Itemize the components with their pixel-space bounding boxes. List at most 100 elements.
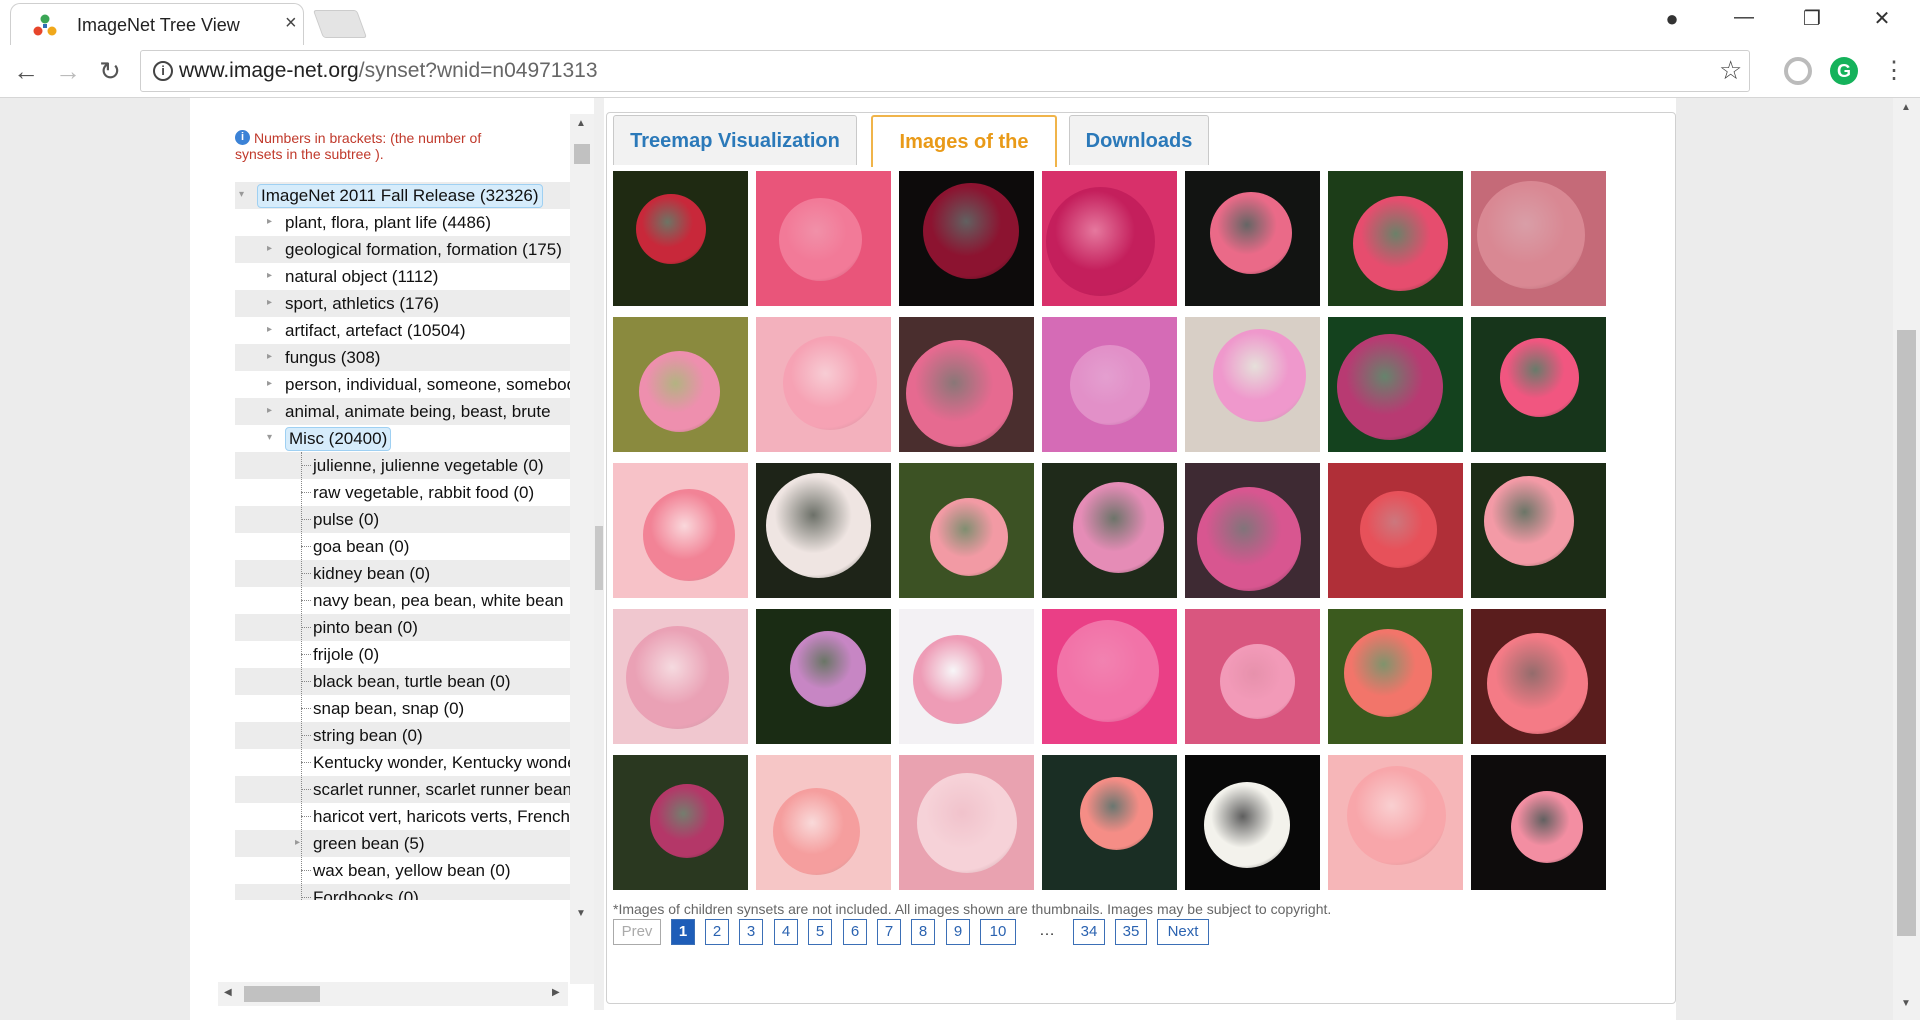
page-button-7[interactable]: 7 xyxy=(877,919,901,945)
restore-button[interactable]: ❐ xyxy=(1792,6,1832,31)
page-button-2[interactable]: 2 xyxy=(705,919,729,945)
page-button-1[interactable]: 1 xyxy=(671,919,695,945)
tree-node[interactable]: haricot vert, haricots verts, French bea… xyxy=(235,803,570,830)
expand-toggle-icon[interactable]: ▸ xyxy=(267,297,279,309)
tree-node[interactable]: raw vegetable, rabbit food (0) xyxy=(235,479,570,506)
rose-thumbnail[interactable] xyxy=(1042,463,1177,598)
rose-thumbnail[interactable] xyxy=(1042,609,1177,744)
rose-thumbnail[interactable] xyxy=(1471,755,1606,890)
page-button-9[interactable]: 9 xyxy=(946,919,970,945)
tree-node[interactable]: ▸ animal, animate being, beast, brute xyxy=(235,398,570,425)
expand-toggle-icon[interactable]: ▸ xyxy=(267,378,279,390)
browser-tab[interactable]: ImageNet Tree View × xyxy=(10,3,304,45)
tree-node[interactable]: ▸ geological formation, formation (175) xyxy=(235,236,570,263)
browser-menu-icon[interactable]: ⋮ xyxy=(1876,53,1912,89)
tree-node[interactable]: string bean (0) xyxy=(235,722,570,749)
tree-node-label[interactable]: sport, athletics (176) xyxy=(285,290,439,317)
rose-thumbnail[interactable] xyxy=(1328,609,1463,744)
tree-node-label[interactable]: green bean (5) xyxy=(313,830,425,857)
tree-node[interactable]: frijole (0) xyxy=(235,641,570,668)
rose-thumbnail[interactable] xyxy=(756,317,891,452)
tree-node-label[interactable]: person, individual, someone, somebody xyxy=(285,371,570,398)
tree-node[interactable]: julienne, julienne vegetable (0) xyxy=(235,452,570,479)
rose-thumbnail[interactable] xyxy=(1328,463,1463,598)
splitter-grip[interactable] xyxy=(595,526,603,590)
tree-node-label[interactable]: navy bean, pea bean, white bean xyxy=(313,587,563,614)
page-button-6[interactable]: 6 xyxy=(843,919,867,945)
rose-thumbnail[interactable] xyxy=(613,463,748,598)
tree-node[interactable]: kidney bean (0) xyxy=(235,560,570,587)
page-scroll-up-arrow-icon[interactable]: ▲ xyxy=(1901,102,1911,113)
rose-thumbnail[interactable] xyxy=(756,463,891,598)
tree-node-label[interactable]: artifact, artefact (10504) xyxy=(285,317,465,344)
tab-downloads[interactable]: Downloads xyxy=(1069,115,1209,165)
page-button-5[interactable]: 5 xyxy=(808,919,832,945)
rose-thumbnail[interactable] xyxy=(1042,171,1177,306)
tree-node[interactable]: Fordhooks (0) xyxy=(235,884,570,900)
panel-splitter[interactable] xyxy=(594,98,604,1010)
tree-node-label[interactable]: kidney bean (0) xyxy=(313,560,430,587)
rose-thumbnail[interactable] xyxy=(613,171,748,306)
rose-thumbnail[interactable] xyxy=(1185,609,1320,744)
tree-node[interactable]: ▾ Misc (20400) xyxy=(235,425,570,452)
new-tab-button[interactable] xyxy=(312,10,368,38)
rose-thumbnail[interactable] xyxy=(1328,317,1463,452)
reload-button[interactable]: ↻ xyxy=(92,53,128,89)
site-info-icon[interactable]: i xyxy=(153,61,173,81)
expand-toggle-icon[interactable]: ▸ xyxy=(267,351,279,363)
tree-node-label[interactable]: wax bean, yellow bean (0) xyxy=(313,857,511,884)
rose-thumbnail[interactable] xyxy=(1471,171,1606,306)
tree-node-label[interactable]: Kentucky wonder, Kentucky wonder bean xyxy=(313,749,570,776)
collapse-toggle-icon[interactable]: ▾ xyxy=(239,189,251,201)
back-button[interactable]: ← xyxy=(8,53,44,89)
tree-node[interactable]: snap bean, snap (0) xyxy=(235,695,570,722)
tree-node-label[interactable]: natural object (1112) xyxy=(285,263,438,290)
scroll-left-arrow-icon[interactable]: ◀ xyxy=(224,987,232,998)
expand-toggle-icon[interactable]: ▸ xyxy=(267,243,279,255)
rose-thumbnail[interactable] xyxy=(756,755,891,890)
rose-thumbnail[interactable] xyxy=(756,171,891,306)
minimize-button[interactable]: — xyxy=(1724,6,1764,29)
tree-node-label[interactable]: plant, flora, plant life (4486) xyxy=(285,209,491,236)
tree-node-label[interactable]: frijole (0) xyxy=(313,641,379,668)
next-page-button[interactable]: Next xyxy=(1157,919,1209,945)
tree-node-label[interactable]: raw vegetable, rabbit food (0) xyxy=(313,479,534,506)
tree-node[interactable]: black bean, turtle bean (0) xyxy=(235,668,570,695)
tree-node[interactable]: Kentucky wonder, Kentucky wonder bean xyxy=(235,749,570,776)
address-bar[interactable]: i www.image-net.org/synset?wnid=n0497131… xyxy=(140,50,1750,92)
rose-thumbnail[interactable] xyxy=(1185,463,1320,598)
rose-thumbnail[interactable] xyxy=(899,755,1034,890)
grammarly-extension-icon[interactable]: G xyxy=(1830,57,1858,85)
rose-thumbnail[interactable] xyxy=(1328,755,1463,890)
expand-toggle-icon[interactable]: ▸ xyxy=(267,324,279,336)
rose-thumbnail[interactable] xyxy=(1185,755,1320,890)
expand-toggle-icon[interactable]: ▸ xyxy=(267,270,279,282)
tree-node[interactable]: pulse (0) xyxy=(235,506,570,533)
tree-vertical-scroll-thumb[interactable] xyxy=(574,144,590,164)
scroll-down-arrow-icon[interactable]: ▼ xyxy=(576,908,586,919)
url-text[interactable]: www.image-net.org/synset?wnid=n04971313 xyxy=(179,59,598,83)
tree-horizontal-scroll-thumb[interactable] xyxy=(244,986,320,1002)
prev-page-button[interactable]: Prev xyxy=(613,919,661,945)
tree-node[interactable]: goa bean (0) xyxy=(235,533,570,560)
tree-node-label[interactable]: ImageNet 2011 Fall Release (32326) xyxy=(257,184,543,208)
tree-node-label[interactable]: haricot vert, haricots verts, French bea… xyxy=(313,803,570,830)
tree-node-label[interactable]: string bean (0) xyxy=(313,722,423,749)
tree-horizontal-scrollbar[interactable]: ◀ ▶ xyxy=(218,982,568,1006)
rose-thumbnail[interactable] xyxy=(1185,317,1320,452)
tree-node[interactable]: ▸ plant, flora, plant life (4486) xyxy=(235,209,570,236)
close-window-button[interactable]: ✕ xyxy=(1862,6,1902,31)
tab-treemap-visualization[interactable]: Treemap Visualization xyxy=(613,115,857,165)
tree-node[interactable]: wax bean, yellow bean (0) xyxy=(235,857,570,884)
page-button-34[interactable]: 34 xyxy=(1073,919,1105,945)
tree-node-label[interactable]: geological formation, formation (175) xyxy=(285,236,562,263)
rose-thumbnail[interactable] xyxy=(899,171,1034,306)
tree-node-label[interactable]: pinto bean (0) xyxy=(313,614,418,641)
rose-thumbnail[interactable] xyxy=(1471,609,1606,744)
expand-toggle-icon[interactable]: ▸ xyxy=(267,216,279,228)
tree-node-label[interactable]: scarlet runner, scarlet runner bean xyxy=(313,776,570,803)
expand-toggle-icon[interactable]: ▸ xyxy=(267,405,279,417)
tree-node[interactable]: ▸ natural object (1112) xyxy=(235,263,570,290)
rose-thumbnail[interactable] xyxy=(1471,317,1606,452)
extension-icon[interactable] xyxy=(1784,57,1812,85)
